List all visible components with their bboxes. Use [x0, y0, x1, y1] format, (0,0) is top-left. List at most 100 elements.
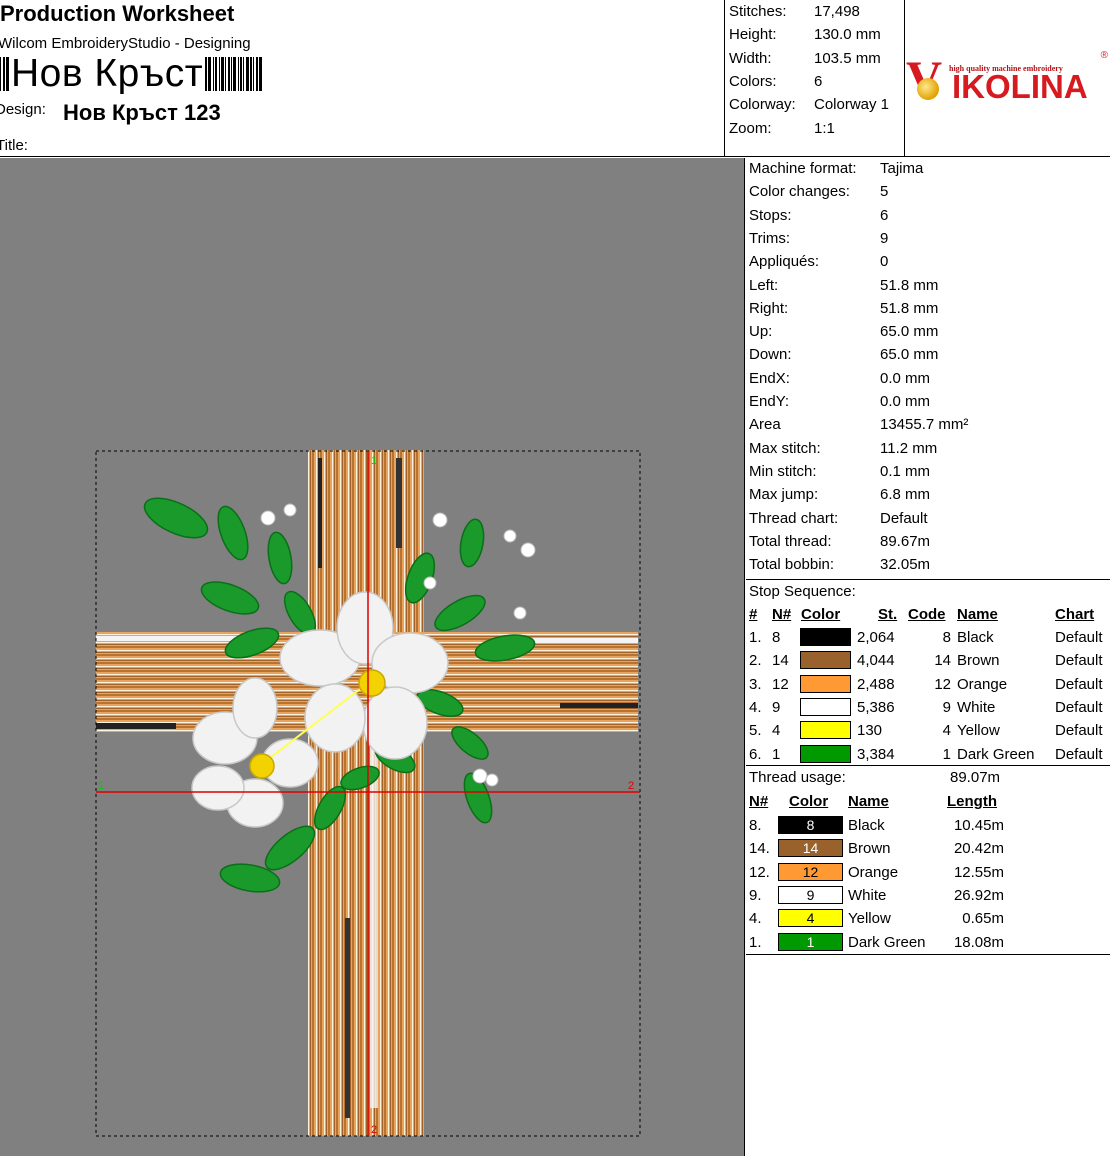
stat-value: 0.0 mm — [880, 369, 931, 387]
thread-usage-total: 89.07m — [950, 769, 1001, 786]
stop-chart: Default — [1055, 722, 1103, 740]
software-subtitle: Wilcom EmbroideryStudio - Designing — [0, 35, 251, 52]
header-stat-value: 103.5 mm — [814, 49, 881, 67]
embroidery-preview-image: 1 2 1 2 — [95, 450, 641, 1137]
header-stat-label: Colorway: — [729, 96, 796, 114]
tu-needle: 1. — [749, 933, 762, 951]
flower-center-2 — [249, 753, 275, 779]
header-stat-label: Width: — [729, 49, 772, 67]
tu-color-swatch: 8 — [778, 816, 843, 834]
stat-value: 51.8 mm — [880, 299, 939, 317]
stop-chart: Default — [1055, 698, 1103, 716]
tu-color-swatch: 14 — [778, 839, 843, 858]
tu-needle: 9. — [749, 886, 762, 904]
stop-chart: Default — [1055, 629, 1103, 646]
stop-code: 12 — [934, 675, 951, 693]
tu-length: 10.45m — [953, 817, 1004, 834]
header-stat-row: Height: 130.0 mm — [729, 23, 881, 46]
stop-index: 3. — [749, 675, 762, 693]
header-stat-row: Colorway: Colorway 1 — [729, 93, 889, 116]
divider — [746, 954, 1110, 955]
stat-value: 11.2 mm — [880, 439, 938, 457]
tu-length: 26.92m — [953, 886, 1004, 904]
barcode-text: Нов Кръст — [11, 52, 204, 95]
stop-needle: 14 — [772, 652, 789, 670]
stop-name: Black — [957, 629, 994, 646]
stat-value: 51.8 mm — [880, 276, 939, 294]
stop-stitches: 4,044 — [857, 652, 895, 670]
tu-length: 20.42m — [953, 840, 1004, 858]
stat-label: Min stitch: — [749, 462, 817, 480]
stat-label: Color changes: — [749, 183, 850, 201]
stop-needle: 9 — [772, 698, 781, 716]
statistics-panel: Machine format: Tajima Color changes: 5 Stop… — [746, 158, 1110, 1156]
tu-name: Black — [848, 817, 885, 834]
stat-value: 5 — [880, 183, 889, 201]
stop-needle: 4 — [772, 722, 781, 740]
stat-label: Thread chart: — [749, 509, 839, 527]
stop-chart: Default — [1055, 652, 1103, 670]
stat-label: Total thread: — [749, 532, 832, 550]
stat-label: Area — [749, 416, 781, 434]
col-header-name: Name — [957, 606, 998, 623]
stop-index: 6. — [749, 745, 762, 763]
stop-stitches: 2,488 — [857, 675, 895, 693]
col-header-stitches: St. — [878, 606, 898, 623]
stat-value: 65.0 mm — [880, 323, 939, 341]
stop-name: Yellow — [957, 722, 1000, 740]
stop-name: Brown — [957, 652, 1000, 670]
tu-color-swatch: 1 — [778, 932, 843, 951]
tu-needle: 8. — [749, 817, 762, 834]
stat-value: Tajima — [880, 160, 924, 177]
design-name: Нов Кръст 123 — [63, 100, 221, 125]
stat-label: Total bobbin: — [749, 556, 835, 574]
col-header-chart: Chart — [1055, 606, 1095, 623]
stop-sequence-title: Stop Sequence: — [749, 583, 856, 600]
header-stat-row: Width: 103.5 mm — [729, 47, 881, 70]
marker-right: 2 — [628, 780, 634, 792]
col-header-code: Code — [908, 606, 946, 623]
stat-value: 9 — [880, 229, 889, 247]
stop-name: Orange — [957, 675, 1008, 693]
flower-center-1 — [358, 669, 386, 697]
header-stat-label: Zoom: — [729, 119, 772, 137]
tu-color-swatch: 4 — [778, 909, 843, 928]
stat-value: 89.67m — [880, 532, 931, 550]
stat-label: Right: — [749, 299, 789, 317]
stop-color-swatch — [800, 697, 851, 716]
col-header-needle: N# — [772, 606, 792, 623]
stat-value: 32.05m — [880, 556, 931, 574]
stat-value: 65.0 mm — [880, 346, 939, 364]
tu-header-name: Name — [848, 793, 889, 810]
stat-value: 6 — [880, 206, 889, 224]
tu-header-color: Color — [789, 793, 829, 810]
stat-value: 0 — [880, 253, 889, 271]
tu-needle: 4. — [749, 910, 762, 928]
cross-vertical-beam — [308, 450, 424, 1136]
col-header-index: # — [749, 606, 758, 623]
stop-chart: Default — [1055, 745, 1103, 763]
barcode: Нов Кръст — [0, 52, 263, 95]
stat-label: Machine format: — [749, 160, 857, 177]
stop-color-swatch — [800, 651, 851, 670]
title-label: Title: — [0, 137, 28, 154]
stat-label: Appliqués: — [749, 253, 820, 271]
tu-needle: 14. — [749, 840, 770, 858]
stop-name: Dark Green — [957, 745, 1035, 763]
header-stat-value: 17,498 — [814, 3, 860, 20]
stat-value: 0.0 mm — [880, 393, 931, 410]
tu-color-swatch: 9 — [778, 885, 843, 904]
stop-color-swatch — [800, 674, 851, 693]
stop-stitches: 2,064 — [857, 629, 895, 646]
stop-chart: Default — [1055, 675, 1103, 693]
stop-code: 14 — [934, 652, 951, 670]
stop-name: White — [957, 698, 996, 716]
tu-name: Brown — [848, 840, 891, 858]
header-stat-value: Colorway 1 — [814, 96, 890, 114]
marker-top: 1 — [371, 455, 377, 467]
stop-code: 8 — [942, 629, 951, 646]
stop-color-swatch — [800, 744, 851, 763]
logo-dot-icon — [917, 78, 939, 100]
vikolina-logo: V high quality machine embroidery IKOLIN… — [906, 50, 1110, 106]
stat-label: EndY: — [749, 393, 790, 410]
